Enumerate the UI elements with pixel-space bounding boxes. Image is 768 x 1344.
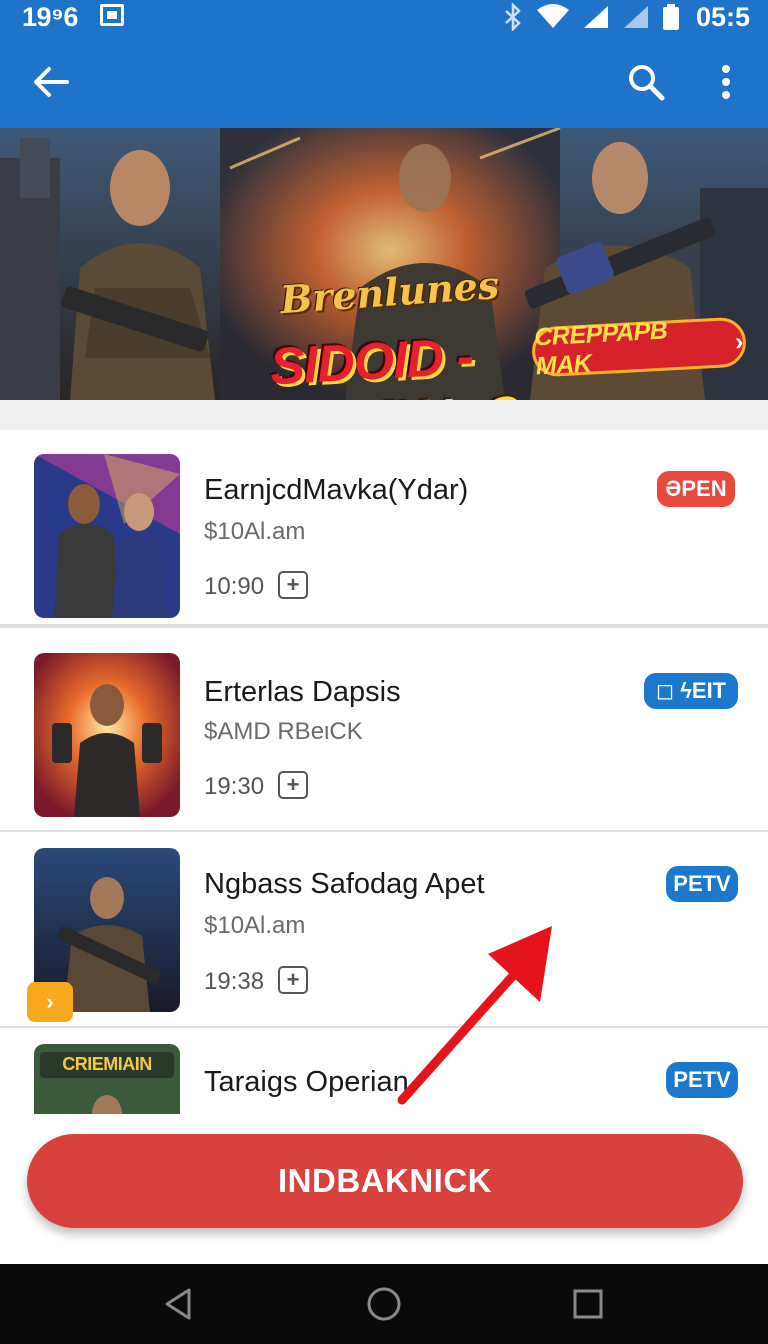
open-badge[interactable]: ƏPEN: [657, 471, 735, 507]
game-thumbnail: [34, 653, 180, 817]
nav-recents-button[interactable]: [568, 1284, 608, 1324]
game-thumbnail-title: CRIEMIAIN: [62, 1054, 152, 1074]
banner-cta-label: CREPPAPB MAK: [533, 316, 668, 381]
screenshot-notification-icon: [100, 4, 124, 26]
divider: [0, 624, 768, 628]
game-price: $10Al.am: [204, 518, 306, 545]
game-price: $AMD RBeιCK: [204, 718, 363, 745]
signal-2-icon: [623, 6, 648, 28]
nav-home-icon: [367, 1287, 401, 1321]
chevron-right-icon: ›: [734, 327, 744, 356]
status-time-right: 05:5: [695, 1, 750, 32]
get-badge[interactable]: PETV: [666, 866, 738, 902]
wifi-icon: [536, 4, 569, 28]
status-bar: 19⁹6 05:5: [0, 0, 768, 36]
game-name: EarnjcdMavka(Ydar): [204, 474, 469, 506]
game-name: Ngbass Safodag Apet: [204, 868, 485, 900]
bottom-panel: INDBAKNICK: [0, 1114, 768, 1264]
nav-back-button[interactable]: [158, 1284, 198, 1324]
status-icons: 05:5: [502, 0, 750, 34]
main-cta-button[interactable]: INDBAKNICK: [27, 1134, 743, 1228]
pointer-arrow-icon: [397, 926, 552, 1105]
get-badge[interactable]: PETV: [666, 1062, 738, 1098]
app-bar: [0, 36, 768, 128]
more-options-button[interactable]: [704, 56, 748, 108]
back-arrow-icon: [34, 67, 69, 97]
signal-icon: [583, 6, 608, 28]
game-name: Taraigs Operian: [204, 1066, 409, 1098]
system-nav-bar: [0, 1264, 768, 1344]
game-thumbnail: CRIEMIAIN: [34, 1044, 180, 1114]
add-button[interactable]: +: [278, 966, 308, 994]
game-time: 19:30: [204, 773, 265, 800]
play-badge-icon: ›: [27, 982, 73, 1022]
nav-back-icon: [165, 1288, 191, 1320]
search-icon: [629, 65, 665, 101]
section-divider: [0, 400, 768, 430]
status-time-left: 19⁹6: [22, 2, 78, 32]
game-price: $10Al.am: [204, 912, 306, 939]
list-item[interactable]: EarnjcdMavka(Ydar) $10Al.am 10:90 + ƏPEN: [0, 430, 768, 628]
game-name: Erterlas Dapsis: [204, 676, 401, 708]
game-thumbnail: [34, 454, 180, 618]
game-time: 10:90: [204, 573, 265, 600]
list-item[interactable]: Erterlas Dapsis $AMD RBeιCK 19:30 + ◻ ϟE…: [0, 636, 768, 834]
add-button[interactable]: +: [278, 771, 308, 799]
bluetooth-icon: [505, 3, 521, 31]
more-vert-icon: [722, 65, 730, 99]
nav-recents-icon: [573, 1289, 603, 1319]
game-time: 19:38: [204, 968, 265, 995]
get-badge[interactable]: ◻ ϟEIT: [644, 673, 738, 709]
nav-home-button[interactable]: [364, 1284, 404, 1324]
battery-icon: [662, 4, 679, 30]
add-button[interactable]: +: [278, 571, 308, 599]
search-button[interactable]: [620, 56, 672, 108]
banner-cta-button[interactable]: CREPPAPB MAK ›: [530, 316, 748, 380]
back-button[interactable]: [26, 58, 76, 106]
